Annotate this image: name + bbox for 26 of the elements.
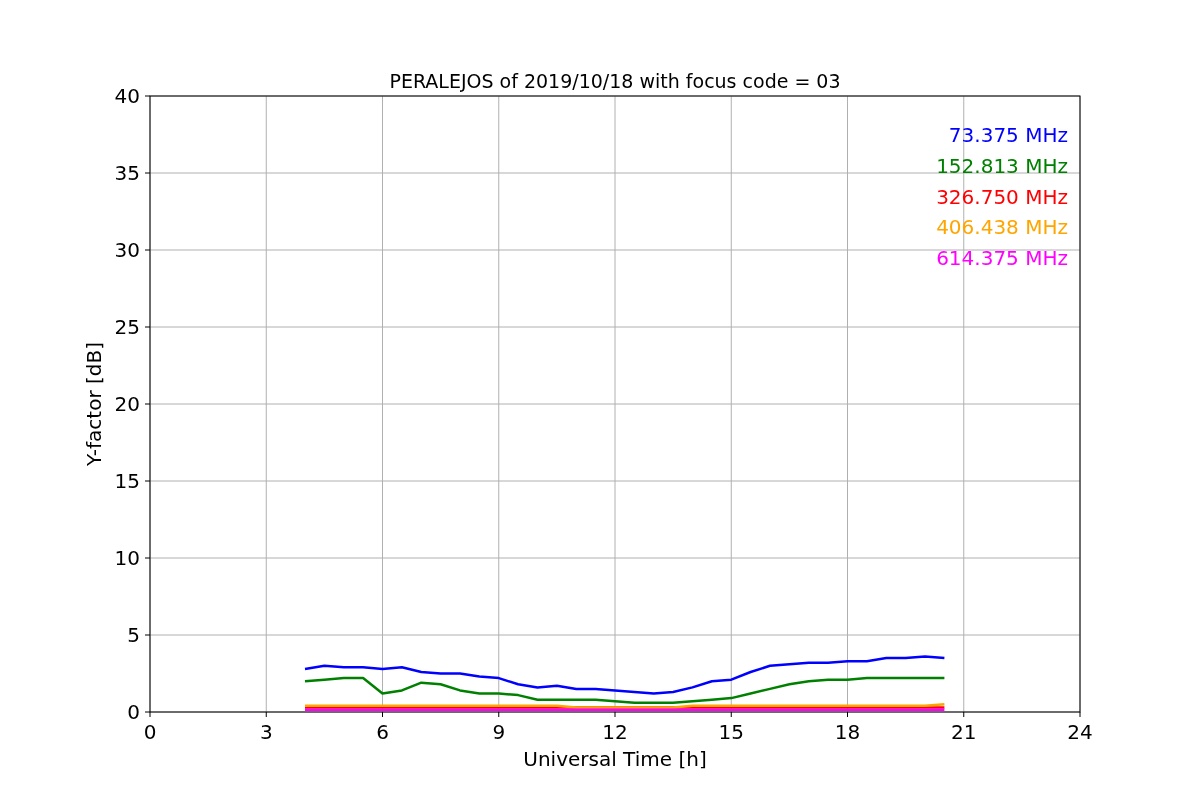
legend-label: 406.438 MHz xyxy=(936,215,1068,240)
tick-label: 18 xyxy=(834,720,861,744)
tick-label: 15 xyxy=(114,469,140,493)
tick-label: 15 xyxy=(718,720,744,744)
tick-label: 6 xyxy=(376,720,389,744)
tick-label: 10 xyxy=(114,546,140,570)
tick-label: 5 xyxy=(127,623,140,647)
tick-label: 21 xyxy=(951,720,977,744)
tick-label: 35 xyxy=(114,161,140,185)
legend-label: 614.375 MHz xyxy=(936,246,1068,271)
legend-label: 73.375 MHz xyxy=(948,123,1068,147)
x-axis-label: Universal Time [h] xyxy=(523,747,707,771)
legend-label: 326.750 MHz xyxy=(936,184,1068,209)
tick-label: 3 xyxy=(259,720,273,744)
tick-label: 20 xyxy=(114,392,140,416)
tick-label: 9 xyxy=(492,720,506,744)
chart-title: PERALEJOS of 2019/10/18 with focus code = 03 xyxy=(389,70,841,92)
tick-label: 0 xyxy=(127,700,140,724)
tick-label: 25 xyxy=(114,315,140,339)
tick-label: 40 xyxy=(114,84,140,108)
tick-label: 30 xyxy=(114,238,140,262)
tick-label: 12 xyxy=(602,720,628,744)
tick-label: 0 xyxy=(143,720,157,744)
y-axis-label: Y-factor [dB] xyxy=(82,342,106,466)
tick-label: 24 xyxy=(1067,720,1093,744)
legend-label: 152.813 MHz xyxy=(936,153,1068,178)
